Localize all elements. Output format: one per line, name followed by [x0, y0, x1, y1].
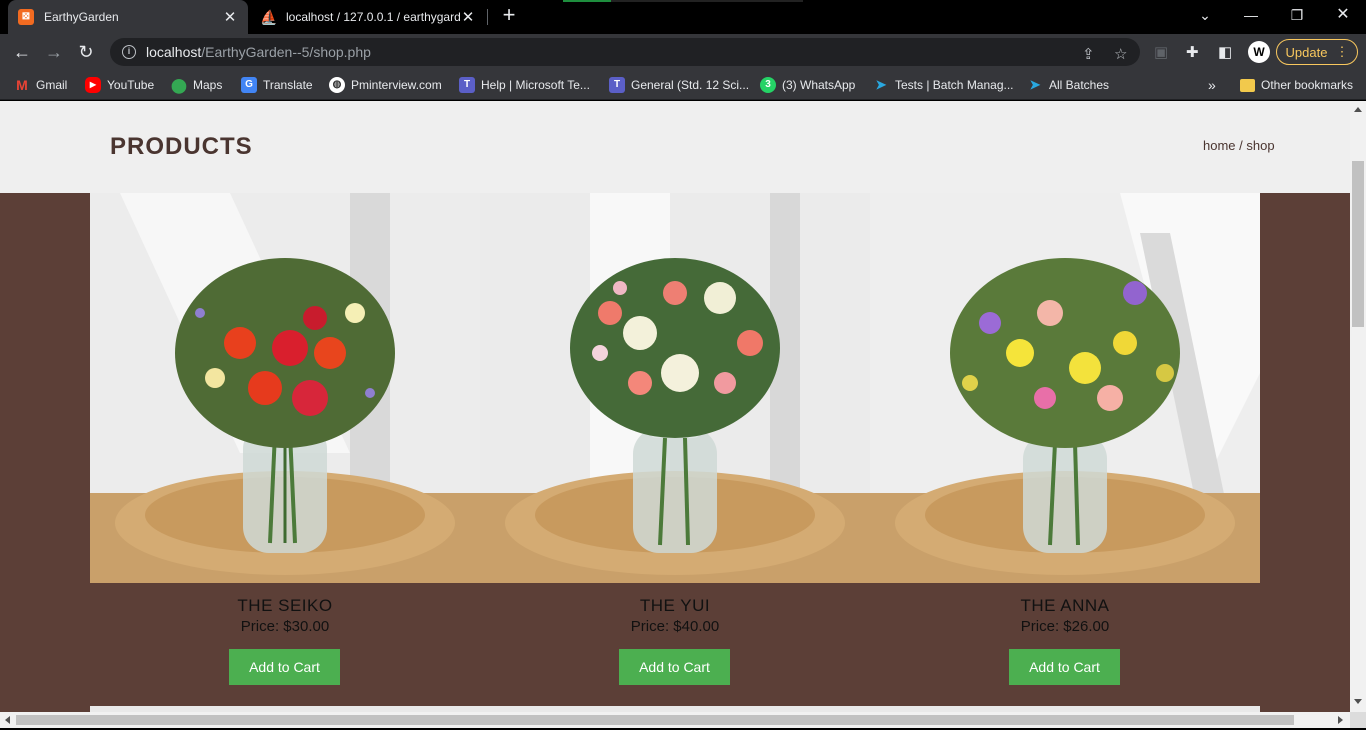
new-tab-icon[interactable]: +	[498, 4, 520, 27]
add-to-cart-button[interactable]: Add to Cart	[619, 649, 730, 685]
maps-icon: ⬤	[171, 77, 187, 93]
product-price: Price: $30.00	[240, 618, 330, 635]
bookmark-label: Tests | Batch Manag...	[895, 78, 1014, 92]
side-panel-icon[interactable]: ◧	[1218, 43, 1232, 61]
horizontal-scrollbar[interactable]	[0, 712, 1350, 728]
bookmark-star-icon[interactable]: ☆	[1114, 45, 1127, 63]
batch-icon: ➤	[875, 77, 887, 92]
bookmark-label: Translate	[263, 78, 313, 92]
bookmark-teams-help[interactable]: T Help | Microsoft Te...	[459, 76, 590, 94]
scrollbar-corner	[1350, 712, 1366, 728]
page-viewport: PRODUCTS home / shop THE SEIKO Price: $3…	[0, 101, 1350, 712]
share-icon[interactable]: ⇪	[1082, 45, 1095, 63]
product-name: THE YUI	[639, 596, 711, 615]
tab-separator	[487, 9, 488, 25]
bookmark-label: (3) WhatsApp	[782, 78, 856, 92]
loading-indicator	[563, 0, 803, 2]
tab-title: EarthyGarden	[44, 10, 119, 24]
bookmark-youtube[interactable]: ▶ YouTube	[85, 76, 154, 94]
close-window-icon[interactable]: ✕	[1331, 4, 1355, 26]
vertical-scroll-thumb[interactable]	[1352, 161, 1364, 327]
extension-inactive-icon[interactable]: ▣	[1154, 43, 1168, 61]
update-label: Update	[1285, 44, 1328, 60]
product-image[interactable]	[480, 193, 870, 583]
bookmarks-bar: M Gmail ▶ YouTube ⬤ Maps G Translate ◍ P…	[0, 70, 1366, 100]
product-name: THE ANNA	[1020, 596, 1110, 615]
batch-icon: ➤	[1029, 77, 1041, 92]
whatsapp-icon: 3	[760, 77, 776, 93]
restore-icon[interactable]: ❐	[1285, 4, 1309, 26]
product-price: Price: $40.00	[630, 618, 720, 635]
bookmark-translate[interactable]: G Translate	[241, 76, 313, 94]
tab-title: localhost / 127.0.0.1 / earthygard	[286, 10, 460, 24]
address-bar[interactable]: i localhost/EarthyGarden--5/shop.php ⇪ ☆	[110, 38, 1140, 66]
site-info-icon[interactable]: i	[122, 45, 136, 59]
bookmarks-overflow-button[interactable]: »	[1208, 76, 1216, 94]
scroll-down-icon[interactable]	[1354, 699, 1362, 704]
bookmark-label: Maps	[193, 78, 223, 92]
horizontal-scroll-thumb[interactable]	[16, 715, 1294, 725]
bookmark-all-batches[interactable]: ➤ All Batches	[1027, 76, 1109, 94]
phpmyadmin-favicon-icon: ⛵	[260, 9, 278, 25]
teams-icon: T	[459, 77, 475, 93]
page-heading-section: PRODUCTS home / shop	[0, 101, 1350, 193]
minimize-icon[interactable]: —	[1239, 4, 1263, 26]
gmail-icon: M	[16, 77, 28, 93]
bookmark-label: General (Std. 12 Sci...	[631, 78, 750, 92]
bookmark-label: YouTube	[107, 78, 155, 92]
back-arrow-icon[interactable]: ←	[10, 40, 34, 64]
bookmark-tests[interactable]: ➤ Tests | Batch Manag...	[873, 76, 1014, 94]
browser-toolbar: ← → ↻ i localhost/EarthyGarden--5/shop.p…	[0, 34, 1366, 70]
add-to-cart-button[interactable]: Add to Cart	[1009, 649, 1120, 685]
url-path: /EarthyGarden--5/shop.php	[201, 44, 371, 60]
url-host: localhost	[146, 44, 202, 60]
vertical-scrollbar[interactable]	[1350, 101, 1366, 712]
scroll-left-icon[interactable]	[5, 716, 10, 724]
close-tab-icon[interactable]: ✕	[460, 8, 476, 26]
bookmark-label: Other bookmarks	[1261, 78, 1354, 92]
bookmark-teams-general[interactable]: T General (Std. 12 Sci...	[609, 76, 749, 94]
xampp-favicon-icon: ⊠	[18, 9, 34, 25]
folder-icon	[1240, 78, 1255, 92]
extensions-puzzle-icon[interactable]: ✚	[1186, 43, 1199, 61]
tab-strip: ⊠ EarthyGarden ✕ ⛵ localhost / 127.0.0.1…	[0, 0, 1366, 34]
bookmark-label: Pminterview.com	[351, 78, 442, 92]
product-card: THE ANNA Price: $26.00 Add to Cart	[870, 193, 1260, 712]
bookmark-gmail[interactable]: M Gmail	[14, 76, 67, 94]
page-title: PRODUCTS	[110, 133, 253, 160]
product-image[interactable]	[90, 193, 480, 583]
globe-icon: ◍	[329, 77, 345, 93]
close-tab-icon[interactable]: ✕	[222, 8, 238, 26]
bookmark-pminterview[interactable]: ◍ Pminterview.com	[329, 76, 442, 94]
product-name: THE SEIKO	[237, 596, 333, 615]
bookmark-maps[interactable]: ⬤ Maps	[171, 76, 222, 94]
forward-arrow-icon[interactable]: →	[42, 40, 66, 64]
reload-icon[interactable]: ↻	[74, 40, 98, 64]
profile-avatar[interactable]: W	[1248, 41, 1270, 63]
product-image[interactable]	[870, 193, 1260, 583]
bookmark-whatsapp[interactable]: 3 (3) WhatsApp	[760, 76, 855, 94]
teams-icon: T	[609, 77, 625, 93]
youtube-icon: ▶	[85, 77, 101, 93]
product-price: Price: $26.00	[1020, 618, 1110, 635]
other-bookmarks[interactable]: Other bookmarks	[1240, 76, 1353, 94]
add-to-cart-button[interactable]: Add to Cart	[229, 649, 340, 685]
tab-earthygarden[interactable]: ⊠ EarthyGarden ✕	[8, 0, 248, 34]
product-card: THE SEIKO Price: $30.00 Add to Cart	[90, 193, 480, 712]
translate-icon: G	[241, 77, 257, 93]
scroll-up-icon[interactable]	[1354, 107, 1362, 112]
tab-phpmyadmin[interactable]: ⛵ localhost / 127.0.0.1 / earthygard ✕	[250, 0, 486, 34]
product-card: THE YUI Price: $40.00 Add to Cart	[480, 193, 870, 712]
tab-search-icon[interactable]: ⌄	[1193, 4, 1217, 26]
bookmark-label: Gmail	[36, 78, 68, 92]
breadcrumb[interactable]: home / shop	[1203, 138, 1275, 153]
bookmark-label: Help | Microsoft Te...	[481, 78, 590, 92]
scroll-right-icon[interactable]	[1338, 716, 1343, 724]
update-button[interactable]: Update ⋮	[1276, 39, 1358, 65]
bookmark-label: All Batches	[1049, 78, 1110, 92]
menu-dots-icon: ⋮	[1335, 44, 1349, 59]
